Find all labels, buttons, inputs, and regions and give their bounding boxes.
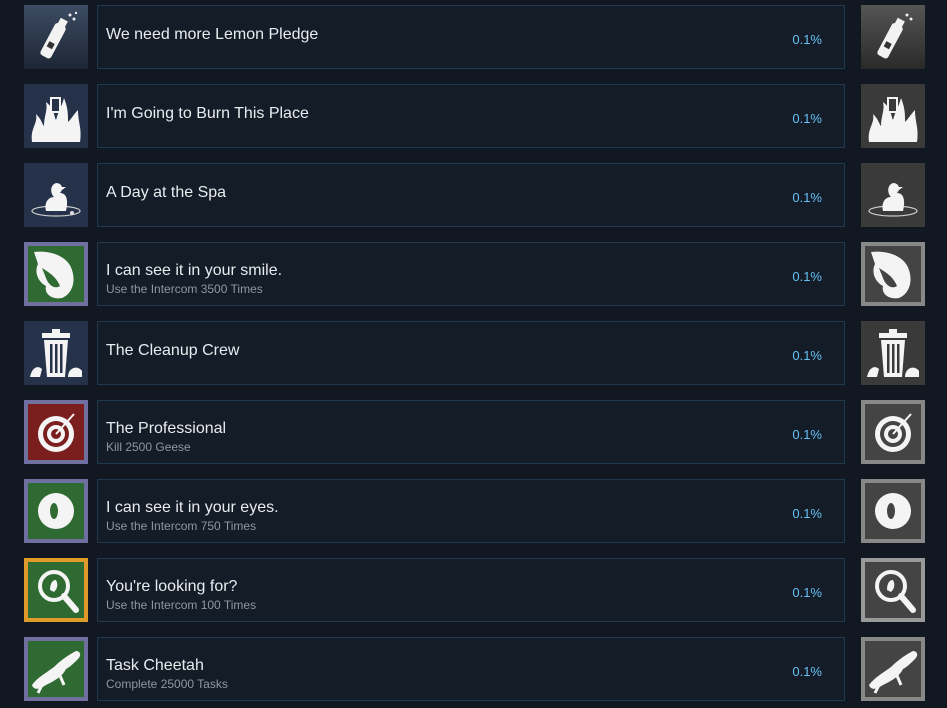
magnifier-icon	[861, 558, 925, 622]
achievement-title: We need more Lemon Pledge	[106, 26, 319, 43]
achievement-row[interactable]: The Cleanup Crew 0.1%	[0, 321, 947, 385]
trash-can-icon	[861, 321, 925, 385]
achievement-row[interactable]: We need more Lemon Pledge 0.1%	[0, 5, 947, 69]
achievement-panel: I can see it in your eyes. Use the Inter…	[97, 479, 845, 543]
achievement-panel: I'm Going to Burn This Place 0.1%	[97, 84, 845, 148]
achievement-percent: 0.1%	[792, 664, 822, 679]
achievement-description: Use the Intercom 3500 Times	[106, 282, 263, 296]
achievement-row[interactable]: A Day at the Spa 0.1%	[0, 163, 947, 227]
achievement-title: I can see it in your eyes.	[106, 499, 279, 516]
achievement-percent: 0.1%	[792, 427, 822, 442]
achievement-panel: Task Cheetah Complete 25000 Tasks 0.1%	[97, 637, 845, 701]
achievement-percent: 0.1%	[792, 190, 822, 205]
achievement-description: Complete 25000 Tasks	[106, 677, 228, 691]
achievement-title: The Cleanup Crew	[106, 342, 240, 359]
achievement-title: I can see it in your smile.	[106, 262, 283, 279]
fire-icon	[24, 84, 88, 148]
achievement-panel: The Professional Kill 2500 Geese 0.1%	[97, 400, 845, 464]
achievement-description: Use the Intercom 750 Times	[106, 519, 257, 533]
achievement-panel: You're looking for? Use the Intercom 100…	[97, 558, 845, 622]
achievement-title: The Professional	[106, 420, 227, 437]
fire-icon	[861, 84, 925, 148]
cheetah-icon	[24, 637, 88, 701]
achievement-row[interactable]: You're looking for? Use the Intercom 100…	[0, 558, 947, 622]
achievement-title: I'm Going to Burn This Place	[106, 105, 309, 122]
achievement-panel: A Day at the Spa 0.1%	[97, 163, 845, 227]
achievement-panel: The Cleanup Crew 0.1%	[97, 321, 845, 385]
spray-can-icon	[861, 5, 925, 69]
achievement-percent: 0.1%	[792, 269, 822, 284]
magnifier-icon	[24, 558, 88, 622]
achievement-title: You're looking for?	[106, 578, 238, 595]
achievement-percent: 0.1%	[792, 32, 822, 47]
achievement-percent: 0.1%	[792, 111, 822, 126]
achievement-panel: I can see it in your smile. Use the Inte…	[97, 242, 845, 306]
achievement-percent: 0.1%	[792, 585, 822, 600]
achievement-row[interactable]: The Professional Kill 2500 Geese 0.1%	[0, 400, 947, 464]
achievement-title: A Day at the Spa	[106, 184, 227, 201]
achievement-row[interactable]: Task Cheetah Complete 25000 Tasks 0.1%	[0, 637, 947, 701]
achievement-row[interactable]: I can see it in your eyes. Use the Inter…	[0, 479, 947, 543]
achievement-panel: We need more Lemon Pledge 0.1%	[97, 5, 845, 69]
target-icon	[24, 400, 88, 464]
cheetah-icon	[861, 637, 925, 701]
achievement-row[interactable]: I'm Going to Burn This Place 0.1%	[0, 84, 947, 148]
spray-can-icon	[24, 5, 88, 69]
achievement-description: Kill 2500 Geese	[106, 440, 191, 454]
eye-icon	[24, 479, 88, 543]
achievements-list: We need more Lemon Pledge 0.1% I'm Going…	[0, 0, 947, 708]
achievement-percent: 0.1%	[792, 348, 822, 363]
achievement-row[interactable]: I can see it in your smile. Use the Inte…	[0, 242, 947, 306]
target-icon	[861, 400, 925, 464]
trash-can-icon	[24, 321, 88, 385]
duck-bath-icon	[861, 163, 925, 227]
achievement-description: Use the Intercom 100 Times	[106, 598, 257, 612]
goose-beak-icon	[24, 242, 88, 306]
achievement-title: Task Cheetah	[106, 657, 204, 674]
eye-icon	[861, 479, 925, 543]
duck-bath-icon	[24, 163, 88, 227]
achievement-percent: 0.1%	[792, 506, 822, 521]
goose-beak-icon	[861, 242, 925, 306]
